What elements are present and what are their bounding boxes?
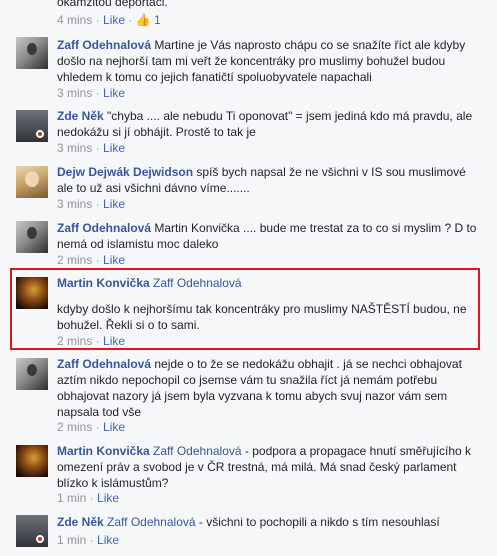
comment-meta: 2 mins · Like: [57, 253, 126, 267]
like-button[interactable]: Like: [103, 253, 125, 267]
comment-time[interactable]: 2 mins: [57, 253, 92, 267]
comment-time[interactable]: 2 mins: [57, 334, 92, 348]
author-name[interactable]: Dejw Dejwák Dejwidson: [57, 165, 193, 179]
comment-text: Zde Něk "chyba .... ale nebudu Ti oponov…: [57, 108, 477, 140]
author-name[interactable]: Zaff Odehnalová: [57, 221, 151, 235]
comment-body: okamžitou deportaci.: [57, 0, 168, 9]
like-button[interactable]: Like: [103, 197, 125, 211]
comment-time[interactable]: 3 mins: [57, 141, 92, 155]
author-name[interactable]: Zde Něk: [57, 109, 104, 123]
like-button[interactable]: Like: [97, 491, 119, 505]
comment-time[interactable]: 3 mins: [57, 86, 92, 100]
comment-text: Zde Něk Zaff Odehnalová - všichni to poc…: [57, 514, 477, 530]
like-button[interactable]: Like: [103, 141, 125, 155]
comment-meta: 1 min · Like: [57, 533, 120, 547]
like-button[interactable]: Like: [103, 334, 125, 348]
comment-meta: 3 mins · Like: [57, 141, 126, 155]
author-name[interactable]: Martin Konvička: [57, 444, 150, 458]
avatar[interactable]: [16, 445, 48, 477]
comment-text: Zaff Odehnalová Martin Konvička .... bud…: [57, 220, 477, 252]
comment-time[interactable]: 4 mins: [57, 13, 92, 27]
author-name[interactable]: Martin Konvička: [57, 276, 150, 290]
comment-time[interactable]: 1 min: [57, 491, 86, 505]
mention-tag[interactable]: Zaff Odehnalová: [153, 276, 242, 290]
comment-meta: 3 mins · Like: [57, 86, 126, 100]
comment-text: kdyby došlo k nejhoršímu tak koncentráky…: [57, 301, 477, 333]
like-button[interactable]: Like: [103, 86, 125, 100]
comment-meta: 2 mins · Like: [57, 420, 126, 434]
like-button[interactable]: Like: [103, 13, 125, 27]
comment-text: Martin Konvička Zaff Odehnalová - podpor…: [57, 443, 477, 491]
mention-tag[interactable]: Zaff Odehnalová: [107, 515, 196, 529]
comment-body: "chyba .... ale nebudu Ti oponovat" = js…: [57, 109, 473, 139]
like-button[interactable]: Like: [103, 420, 125, 434]
avatar[interactable]: [16, 37, 48, 69]
avatar[interactable]: [16, 166, 48, 198]
avatar[interactable]: [16, 221, 48, 253]
comment-meta: 3 mins · Like: [57, 197, 126, 211]
comment-text: Zaff Odehnalová Martine je Vás naprosto …: [57, 37, 477, 85]
author-name[interactable]: Zde Něk: [57, 515, 104, 529]
avatar[interactable]: [16, 277, 48, 309]
comment-text: okamžitou deportaci.: [57, 0, 477, 10]
like-button[interactable]: Like: [97, 533, 119, 547]
avatar[interactable]: [16, 515, 48, 547]
likes-count[interactable]: 1: [154, 13, 161, 27]
comment-body: - všichni to pochopili a nikdo s tím nes…: [198, 515, 440, 529]
comment-time[interactable]: 2 mins: [57, 420, 92, 434]
author-name[interactable]: Zaff Odehnalová: [57, 38, 151, 52]
avatar[interactable]: [16, 358, 48, 390]
mention-tag[interactable]: Zaff Odehnalová: [153, 444, 242, 458]
comment-text: Dejw Dejwák Dejwidson spíš bych napsal ž…: [57, 164, 477, 196]
comment-text: Martin Konvička Zaff Odehnalová: [57, 275, 477, 291]
comment-meta: 4 mins · Like · 👍 1: [57, 13, 161, 27]
comment-time[interactable]: 1 min: [57, 533, 86, 547]
avatar[interactable]: [16, 110, 48, 142]
comment-body: kdyby došlo k nejhoršímu tak koncentráky…: [57, 302, 467, 332]
comment-text: Zaff Odehnalová nejde o to že se nedokáž…: [57, 356, 477, 420]
author-name[interactable]: Zaff Odehnalová: [57, 357, 151, 371]
comment-meta: 2 mins · Like: [57, 334, 126, 348]
thumbs-up-icon: 👍: [135, 13, 151, 27]
comment-time[interactable]: 3 mins: [57, 197, 92, 211]
comment-meta: 1 min · Like: [57, 491, 120, 505]
